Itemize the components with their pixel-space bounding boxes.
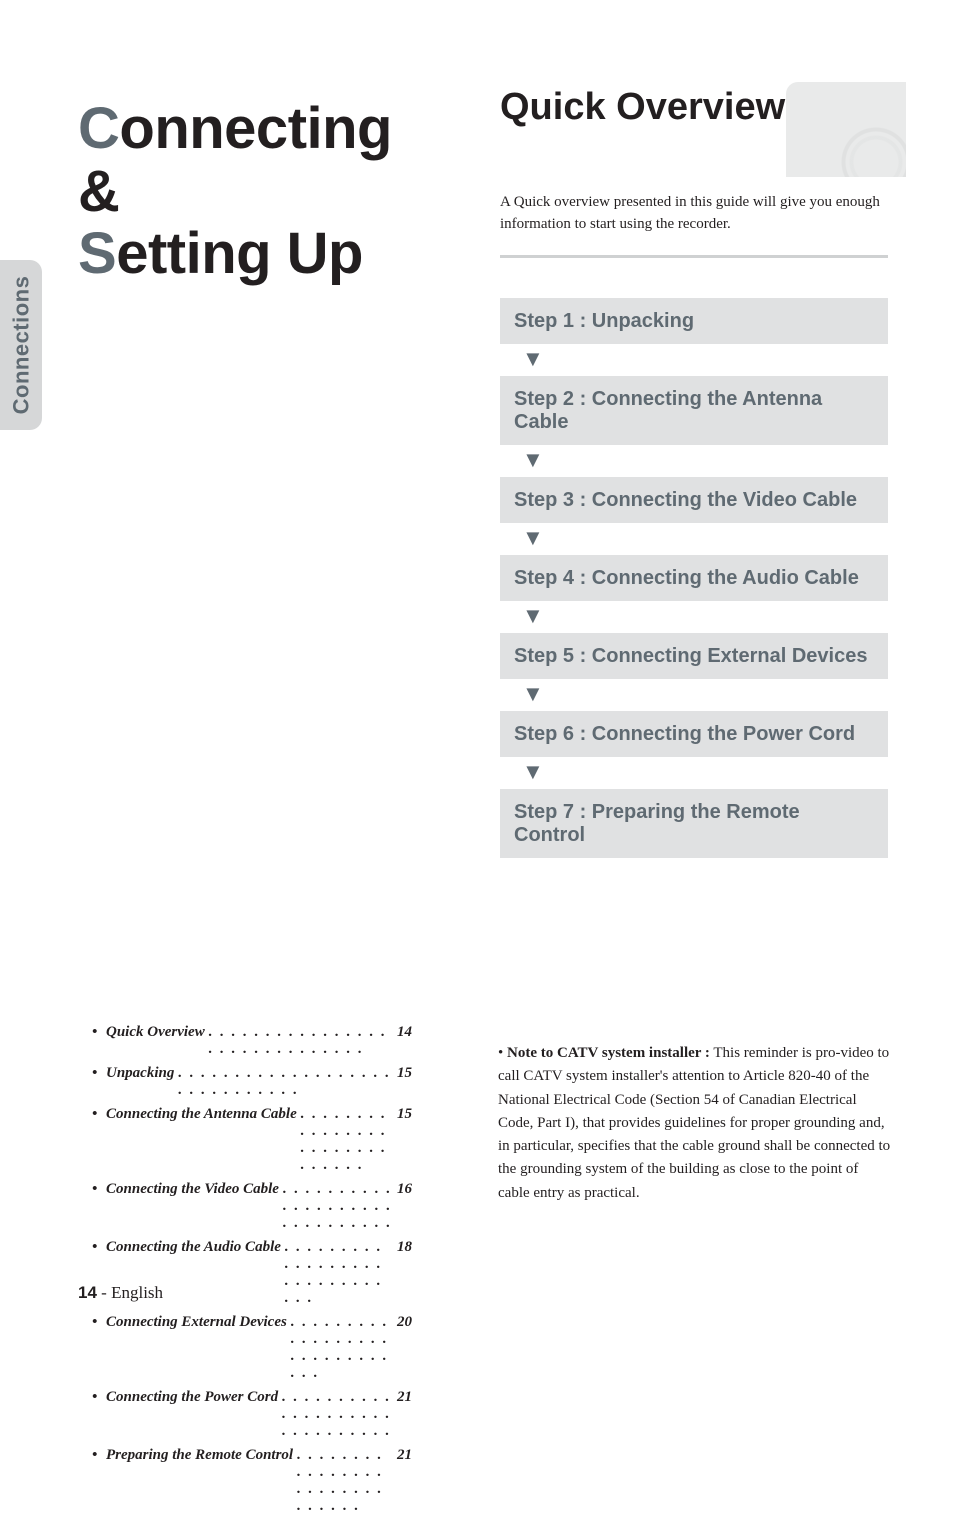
toc-leader-dots: . . . . . . . . . . . . . . . . . . . . … (279, 1181, 397, 1232)
toc-page: 18 (397, 1239, 412, 1256)
down-arrow-icon: ▼ (500, 601, 888, 633)
step-item: Step 7 : Preparing the Remote Control (500, 789, 888, 858)
horizontal-rule (500, 255, 888, 258)
toc-row: • Quick Overview . . . . . . . . . . . .… (92, 1020, 412, 1061)
bullet-icon: • (92, 1106, 106, 1123)
page-number: 14 (78, 1283, 97, 1302)
toc-label: Unpacking (106, 1065, 174, 1082)
toc-page: 14 (397, 1024, 412, 1041)
toc-row: • Unpacking . . . . . . . . . . . . . . … (92, 1061, 412, 1102)
toc-label: Connecting the Antenna Cable (106, 1106, 297, 1123)
toc-label: Connecting the Power Cord (106, 1389, 278, 1406)
down-arrow-icon: ▼ (500, 757, 888, 789)
toc-page: 21 (397, 1447, 412, 1464)
overview-heading-block: Quick Overview (500, 86, 892, 159)
toc-label: Connecting the Video Cable (106, 1181, 279, 1198)
section-tab: Connections (0, 260, 42, 430)
chapter-title-line1: Connecting & (78, 98, 448, 223)
step-item: Step 5 : Connecting External Devices (500, 633, 888, 679)
toc-leader-dots: . . . . . . . . . . . . . . . . . . . . … (205, 1024, 397, 1058)
table-of-contents: • Quick Overview . . . . . . . . . . . .… (92, 1020, 412, 1518)
bullet-icon: • (92, 1314, 106, 1331)
toc-leader-dots: . . . . . . . . . . . . . . . . . . . . … (174, 1065, 397, 1099)
note-body: This reminder is pro-video to call CATV … (498, 1045, 890, 1201)
down-arrow-icon: ▼ (500, 679, 888, 711)
footer-sep: - (97, 1283, 111, 1302)
bullet-icon: • (498, 1045, 503, 1061)
toc-page: 15 (397, 1065, 412, 1082)
toc-leader-dots: . . . . . . . . . . . . . . . . . . . . … (297, 1106, 397, 1174)
chapter-title-line2: Setting Up (78, 223, 448, 286)
step-item: Step 4 : Connecting the Audio Cable (500, 555, 888, 601)
toc-label: Connecting the Audio Cable (106, 1239, 281, 1256)
toc-row: • Preparing the Remote Control . . . . .… (92, 1443, 412, 1518)
toc-row: • Connecting the Antenna Cable . . . . .… (92, 1102, 412, 1177)
down-arrow-icon: ▼ (500, 523, 888, 555)
down-arrow-icon: ▼ (500, 445, 888, 477)
toc-page: 21 (397, 1389, 412, 1406)
toc-row: • Connecting External Devices . . . . . … (92, 1310, 412, 1385)
toc-leader-dots: . . . . . . . . . . . . . . . . . . . . … (278, 1389, 397, 1440)
toc-page: 16 (397, 1181, 412, 1198)
steps-list: Step 1 : Unpacking ▼ Step 2 : Connecting… (500, 298, 888, 858)
title-accent-1: C (78, 96, 119, 161)
page-footer: 14 - English (78, 1283, 163, 1303)
chapter-title: Connecting & Setting Up (78, 98, 448, 286)
bullet-icon: • (92, 1447, 106, 1464)
installer-note: • Note to CATV system installer : This r… (498, 1042, 892, 1205)
step-item: Step 6 : Connecting the Power Cord (500, 711, 888, 757)
step-item: Step 3 : Connecting the Video Cable (500, 477, 888, 523)
bullet-icon: • (92, 1065, 106, 1082)
toc-label: Preparing the Remote Control (106, 1447, 293, 1464)
toc-leader-dots: . . . . . . . . . . . . . . . . . . . . … (287, 1314, 397, 1382)
toc-page: 15 (397, 1106, 412, 1123)
title-rest-1: onnecting & (78, 96, 392, 224)
step-item: Step 1 : Unpacking (500, 298, 888, 344)
toc-leader-dots: . . . . . . . . . . . . . . . . . . . . … (281, 1239, 397, 1307)
overview-heading: Quick Overview (500, 86, 892, 159)
down-arrow-icon: ▼ (500, 344, 888, 376)
toc-label: Quick Overview (106, 1024, 205, 1041)
title-accent-2: S (78, 221, 116, 286)
bullet-icon: • (92, 1024, 106, 1041)
overview-intro: A Quick overview presented in this guide… (500, 192, 880, 236)
bullet-icon: • (92, 1389, 106, 1406)
toc-label: Connecting External Devices (106, 1314, 287, 1331)
title-rest-2: etting Up (116, 221, 363, 286)
step-item: Step 2 : Connecting the Antenna Cable (500, 376, 888, 445)
section-tab-label: Connections (8, 276, 34, 415)
note-lead: Note to CATV system installer : (507, 1045, 710, 1061)
toc-row: • Connecting the Video Cable . . . . . .… (92, 1177, 412, 1235)
toc-leader-dots: . . . . . . . . . . . . . . . . . . . . … (293, 1447, 397, 1515)
toc-page: 20 (397, 1314, 412, 1331)
toc-row: • Connecting the Power Cord . . . . . . … (92, 1385, 412, 1443)
bullet-icon: • (92, 1239, 106, 1256)
bullet-icon: • (92, 1181, 106, 1198)
footer-lang: English (111, 1283, 163, 1302)
